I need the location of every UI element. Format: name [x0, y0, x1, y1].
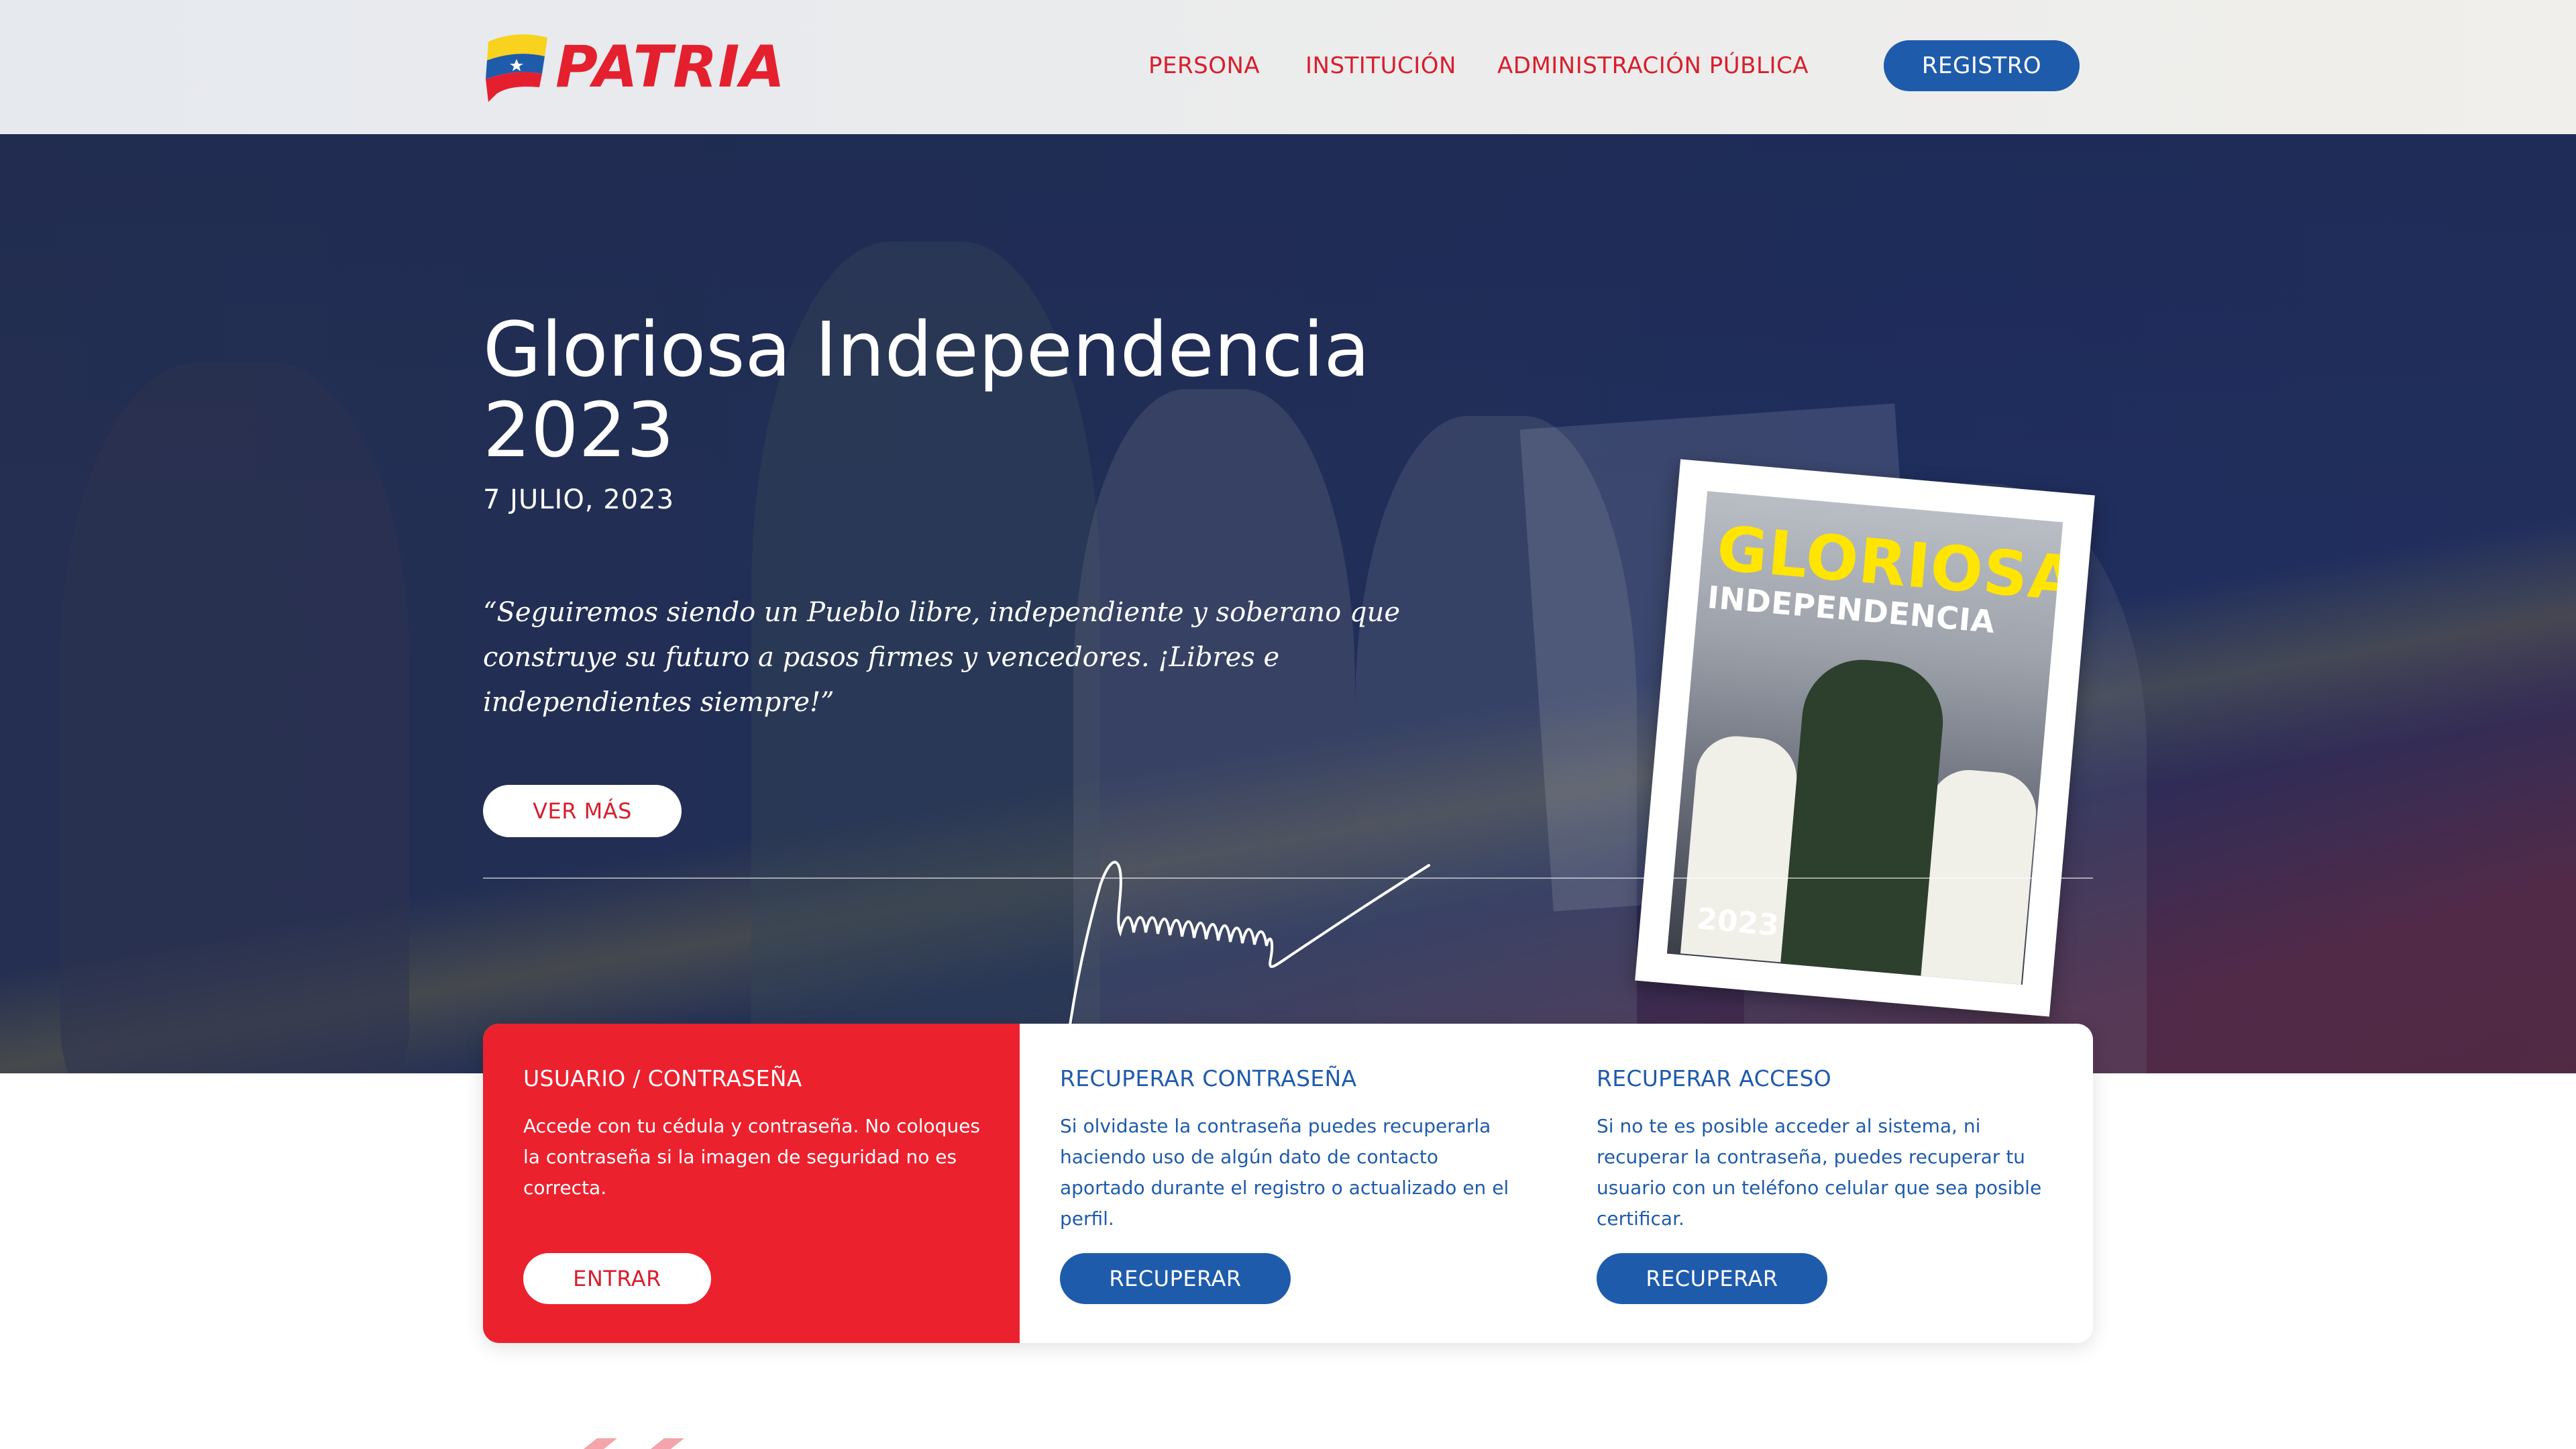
recover-access-card: RECUPERAR ACCESO Si no te es posible acc… [1556, 1024, 2093, 1343]
magazine-cover-image[interactable]: GLORIOSA INDEPENDENCIA 2023 [1635, 459, 2095, 1017]
recover-access-text: Si no te es posible acceder al sistema, … [1597, 1115, 2042, 1230]
recover-password-button[interactable]: RECUPERAR [1060, 1253, 1291, 1304]
hero-date: 7 JULIO, 2023 [483, 484, 675, 515]
registro-button[interactable]: REGISTRO [1884, 40, 2080, 91]
login-card-text: Accede con tu cédula y contraseña. No co… [523, 1115, 981, 1199]
logo-wordmark: PATRIA [555, 34, 786, 101]
nav-link-institucion[interactable]: INSTITUCIÓN [1305, 52, 1456, 79]
recover-password-title: RECUPERAR CONTRASEÑA [1060, 1065, 1357, 1091]
magazine-cover-art: GLORIOSA INDEPENDENCIA 2023 [1666, 491, 2063, 985]
nav-link-administracion-publica[interactable]: ADMINISTRACIÓN PÚBLICA [1497, 52, 1809, 79]
login-card-title: USUARIO / CONTRASEÑA [523, 1065, 802, 1091]
recover-access-button[interactable]: RECUPERAR [1597, 1253, 1827, 1304]
hero-carousel: Gloriosa Independencia 2023 7 JULIO, 202… [0, 134, 2576, 1073]
recover-access-title: RECUPERAR ACCESO [1597, 1065, 1831, 1091]
login-card: USUARIO / CONTRASEÑA Accede con tu cédul… [483, 1024, 1020, 1343]
recover-password-text: Si olvidaste la contraseña puedes recupe… [1060, 1115, 1509, 1230]
hero-divider [483, 877, 2093, 879]
nav-link-persona[interactable]: PERSONA [1148, 52, 1260, 79]
hero-quote: “Seguiremos siendo un Pueblo libre, inde… [483, 597, 1401, 718]
entrar-button[interactable]: ENTRAR [523, 1253, 711, 1304]
site-header: PATRIA PERSONA INSTITUCIÓN ADMINISTRACIÓ… [0, 0, 2576, 134]
venezuela-flag-logo-icon [486, 34, 547, 102]
patria-logo[interactable]: PATRIA [483, 30, 785, 103]
recover-password-card: RECUPERAR CONTRASEÑA Si olvidaste la con… [1020, 1024, 1556, 1343]
magazine-figure [1780, 655, 1948, 981]
ver-mas-button[interactable]: VER MÁS [483, 785, 682, 837]
signature-image [1064, 861, 1430, 1061]
magazine-year: 2023 [1695, 902, 1780, 943]
access-cards: USUARIO / CONTRASEÑA Accede con tu cédul… [483, 1024, 2093, 1343]
footer-decoration-icon [584, 1438, 684, 1449]
hero-title: Gloriosa Independencia 2023 [483, 307, 1371, 474]
